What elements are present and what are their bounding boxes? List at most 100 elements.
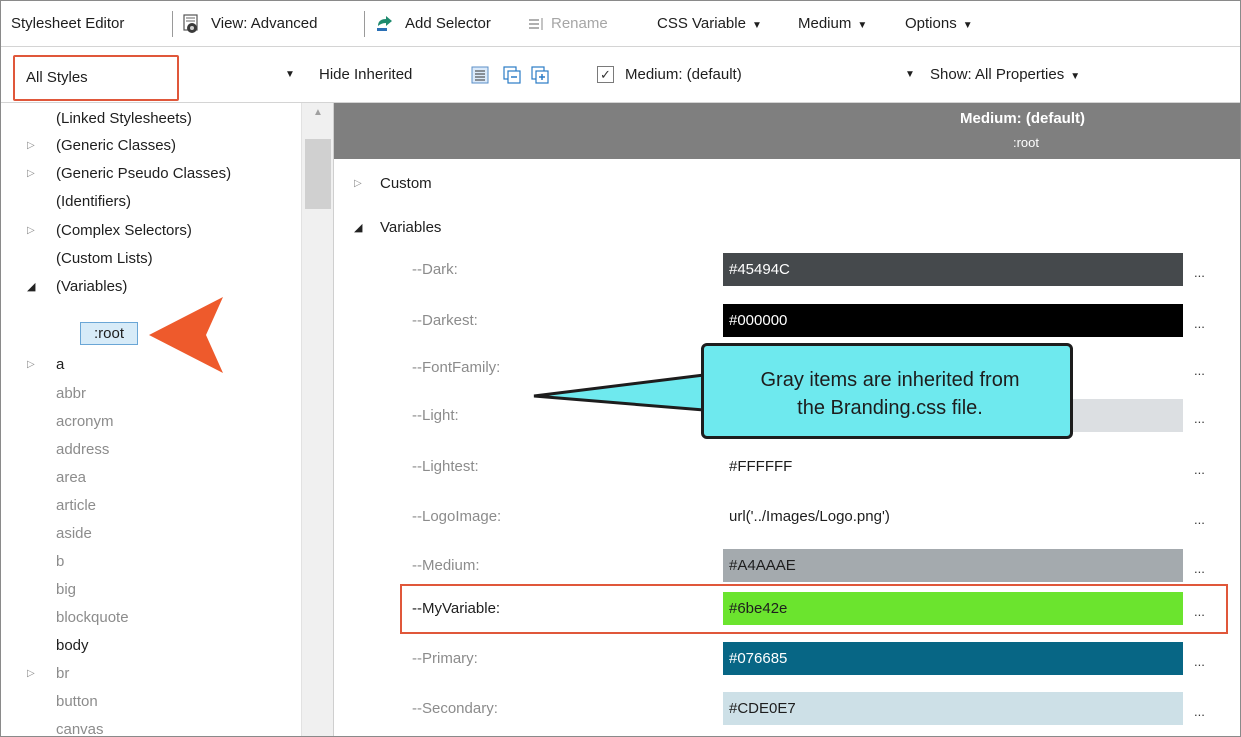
add-selector-button[interactable]: Add Selector [405,1,491,47]
expand-icon[interactable]: ▷ [27,351,35,379]
tree-item[interactable]: button [1,688,301,716]
variable-value[interactable]: #000000 [723,304,1183,337]
options-menu[interactable]: Options ▼ [905,1,973,47]
css-variable-label: CSS Variable [657,15,746,32]
medium-checkbox-label: Medium: (default) [625,66,742,83]
tree-item[interactable]: big [1,576,301,604]
expand-icon[interactable]: ▷ [354,169,362,199]
variable-name: --Light: [412,407,459,424]
chevron-down-icon[interactable]: ▼ [285,47,295,103]
tree-item[interactable]: (Linked Stylesheets) [1,105,301,133]
medium-title: Medium: (default) [960,110,1085,127]
rename-button: Rename [551,15,608,32]
tree-item-label: (Generic Classes) [56,137,177,154]
tree-item[interactable]: b [1,548,301,576]
tree-item[interactable]: (Identifiers) [1,188,301,216]
collapse-icon[interactable]: ◢ [27,273,35,301]
variable-value[interactable]: #A4AAAE [723,549,1183,582]
show-properties-dropdown[interactable]: Show: All Properties ▼ [930,47,1080,103]
tree-item[interactable]: article [1,492,301,520]
tree-item-label: article [56,497,97,514]
tree-item-label: br [56,665,70,682]
variable-value[interactable]: #45494C [723,253,1183,286]
tree-item[interactable]: area [1,464,301,492]
more-options-button[interactable]: ... [1194,399,1205,433]
medium-checkbox[interactable]: ✓ [597,66,614,83]
tree-item[interactable]: acronym [1,408,301,436]
tree-item[interactable]: ▷ (Generic Classes) [1,132,301,160]
more-options-button[interactable]: ... [1194,500,1205,534]
tree-item-root-selected[interactable]: :root [80,322,138,345]
tree-item[interactable]: aside [1,520,301,548]
show-properties-label: Show: All Properties [930,66,1065,83]
variable-name: --Dark: [412,261,458,278]
tree-item[interactable]: abbr [1,380,301,408]
tree-item[interactable]: ▷ (Complex Selectors) [1,217,301,245]
custom-section-label: Custom [380,175,432,192]
chevron-down-icon: ▼ [857,20,868,31]
css-variable-menu[interactable]: CSS Variable ▼ [657,1,762,47]
tree-item-label: aside [56,525,92,542]
medium-menu[interactable]: Medium ▼ [798,1,867,47]
collapse-icon[interactable]: ◢ [354,213,362,243]
more-options-button[interactable]: ... [1194,253,1205,287]
hide-inherited-button[interactable]: Hide Inherited [319,47,412,103]
add-selector-icon[interactable] [375,1,399,47]
medium-header: Medium: (default) :root [334,103,1240,159]
tree-item-label: (Linked Stylesheets) [56,110,192,127]
variable-name: --LogoImage: [412,508,502,525]
more-options-button[interactable]: ... [1194,351,1205,385]
variable-name: --Secondary: [412,700,498,717]
scroll-up-icon[interactable]: ▲ [302,107,334,118]
variable-value[interactable]: url('../Images/Logo.png') [723,500,1183,533]
expand-icon[interactable]: ▷ [27,217,35,245]
list-view-icon[interactable] [471,47,493,103]
more-options-button[interactable]: ... [1194,642,1205,676]
rename-icon [527,1,547,47]
more-options-button[interactable]: ... [1194,304,1205,338]
toolbar-separator [364,11,365,37]
styles-dropdown[interactable]: All Styles [13,55,179,101]
tree-item[interactable]: ▷ (Generic Pseudo Classes) [1,160,301,188]
scrollbar-thumb[interactable] [305,139,331,209]
tree-item-label: address [56,441,110,458]
stylesheet-editor-label: Stylesheet Editor [11,15,125,32]
collapse-all-icon[interactable] [503,47,525,103]
more-options-button[interactable]: ... [1194,450,1205,484]
variable-name: --Darkest: [412,312,478,329]
tree-scrollbar[interactable]: ▲ [301,103,334,736]
tree-item[interactable]: blockquote [1,604,301,632]
tree-item-label: button [56,693,98,710]
tree-item[interactable]: ▷ a [1,351,301,379]
expand-icon[interactable]: ▷ [27,160,35,188]
variable-name: --FontFamily: [412,359,501,376]
chevron-down-icon: ▼ [962,20,973,31]
selector-name: :root [1012,135,1039,150]
variable-value[interactable]: #076685 [723,642,1183,675]
callout-line-1: Gray items are inherited from [760,369,1020,391]
more-options-button[interactable]: ... [1194,549,1205,583]
selector-tree-panel: (Linked Stylesheets) ▷ (Generic Classes) ▷ (… [1,103,334,736]
stylesheet-editor-window: Stylesheet Editor View: Advanced Add Sel… [0,0,1241,737]
more-options-button[interactable]: ... [1194,692,1205,726]
expand-all-icon[interactable] [531,47,553,103]
tree-item[interactable]: address [1,436,301,464]
tree-item[interactable]: canvas [1,716,301,736]
variable-value[interactable]: #FFFFFF [723,450,1183,483]
expand-icon[interactable]: ▷ [27,132,35,160]
tree-item-label: (Variables) [56,278,128,295]
tree-item-label: blockquote [56,609,129,626]
medium-label: Medium [798,15,852,32]
view-icon[interactable] [181,1,205,47]
view-mode-button[interactable]: View: Advanced [211,1,317,47]
chevron-down-icon: ▼ [1070,71,1081,82]
chevron-down-icon[interactable]: ▼ [905,47,915,103]
tree-item[interactable]: ◢ (Variables) [1,273,301,301]
tree-item[interactable]: ▷ br [1,660,301,688]
expand-icon[interactable]: ▷ [27,660,35,688]
tree-item[interactable]: body [1,632,301,660]
variable-value[interactable]: #CDE0E7 [723,692,1183,725]
tree-item-label: (Custom Lists) [56,250,153,267]
tree-item[interactable]: (Custom Lists) [1,245,301,273]
variables-section-label: Variables [380,219,442,236]
